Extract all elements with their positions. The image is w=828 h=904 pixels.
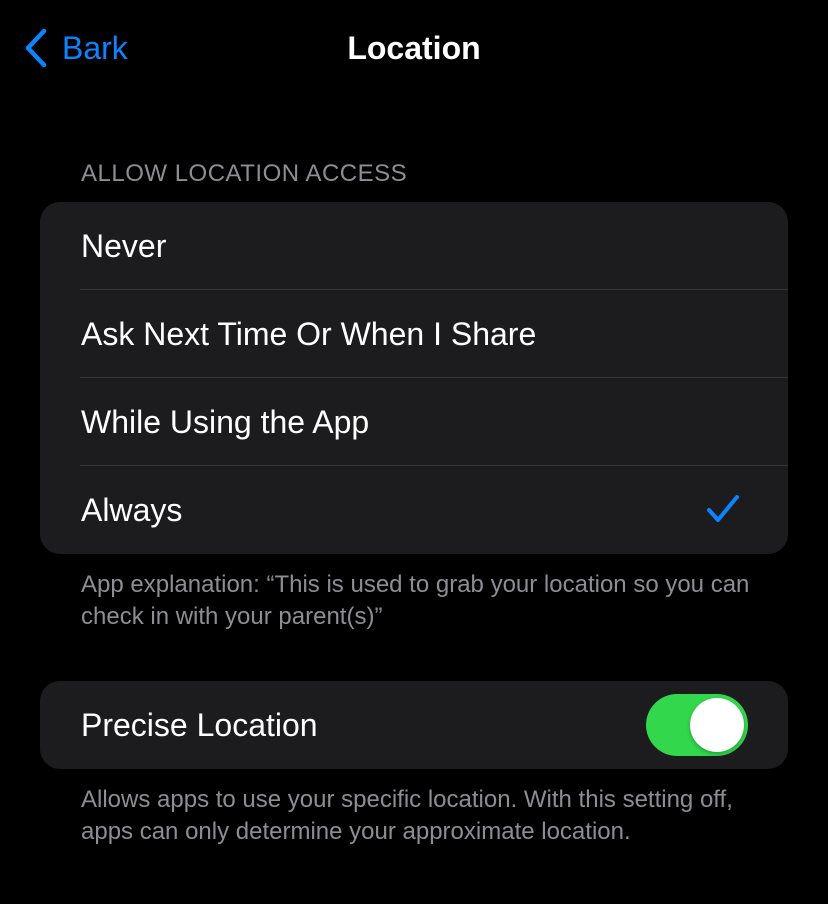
option-label: While Using the App (81, 404, 370, 440)
checkmark-icon (707, 495, 739, 522)
page-title: Location (347, 30, 481, 66)
option-while-using-app[interactable]: While Using the App (40, 378, 788, 466)
precise-location-toggle[interactable] (646, 694, 748, 756)
precise-location-row: Precise Location (40, 681, 788, 769)
app-explanation-text: App explanation: “This is used to grab y… (81, 571, 750, 630)
precise-location-label: Precise Location (81, 707, 318, 743)
location-access-options-group: Never Ask Next Time Or When I Share Whil… (40, 202, 788, 554)
option-ask-next-time[interactable]: Ask Next Time Or When I Share (40, 290, 788, 378)
precise-location-description: Allows apps to use your specific locatio… (81, 786, 733, 845)
option-label: Never (81, 228, 167, 264)
section-header-allow-location-access: ALLOW LOCATION ACCESS (81, 160, 408, 187)
option-always[interactable]: Always (40, 466, 788, 554)
option-never[interactable]: Never (40, 202, 788, 290)
option-label: Ask Next Time Or When I Share (81, 316, 537, 352)
option-label: Always (81, 492, 183, 528)
toggle-knob (690, 698, 744, 752)
precise-location-group: Precise Location (40, 681, 788, 769)
navigation-bar: Bark Location (0, 0, 828, 96)
